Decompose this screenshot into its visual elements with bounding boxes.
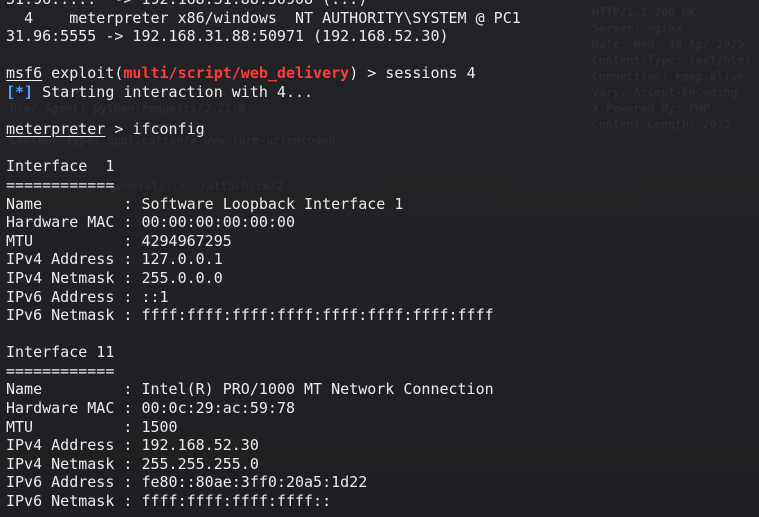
field-value: Software Loopback Interface 1 xyxy=(141,194,404,213)
field-label: Hardware MAC xyxy=(6,213,115,232)
interface-field-row: IPv4 Address: 192.168.52.30 xyxy=(6,436,521,455)
session-info: NT AUTHORITY\SYSTEM @ PC1 xyxy=(295,8,521,27)
field-label: IPv6 Netmask xyxy=(6,306,115,325)
background-text-line: Date: Wed, 30 Apr 2025 xyxy=(592,37,745,51)
interface-field-row: Hardware MAC: 00:0c:29:ac:59:78 xyxy=(6,399,521,418)
interface-field-row: IPv6 Netmask: ffff:ffff:ffff:ffff:ffff:f… xyxy=(6,306,521,325)
field-colon: : xyxy=(123,250,142,269)
background-text-line: Connection: keep-alive xyxy=(592,69,745,83)
session-id: 4 xyxy=(24,8,34,27)
exploit-module-name: multi/script/web_delivery xyxy=(123,64,350,83)
interface-separator: ============ xyxy=(6,361,115,380)
field-label: IPv4 Address xyxy=(6,250,115,269)
msf-prompt-name: msf6 xyxy=(6,64,43,83)
field-label: IPv4 Address xyxy=(6,436,115,455)
msf-exploit-prompt: msf6 exploit(multi/script/web_delivery) … xyxy=(6,64,521,83)
background-text-line: Server: nginx xyxy=(592,21,683,35)
terminal-output[interactable]: 31.96..... -> 192.168.31.88:50908 (...) … xyxy=(6,0,521,511)
field-label: IPv6 Address xyxy=(6,287,115,306)
session-row: 4 meterpreter x86/windows NT AUTHORITY\S… xyxy=(6,9,521,28)
interface-field-row: MTU: 1500 xyxy=(6,418,521,437)
interface-field-row: MTU: 4294967295 xyxy=(6,232,521,251)
field-value: 192.168.52.30 xyxy=(141,436,259,455)
background-http-response: HTTP/1.1 200 OK Server: nginx Date: Wed, 3… xyxy=(592,4,751,132)
interface-field-row: Hardware MAC: 00:00:00:00:00:00 xyxy=(6,213,521,232)
interface-field-row: IPv6 Netmask: ffff:ffff:ffff:ffff:: xyxy=(6,492,521,511)
field-value: fe80::80ae:3ff0:20a5:1d22 xyxy=(141,473,368,492)
field-value: ::1 xyxy=(141,287,169,306)
field-label: MTU xyxy=(6,417,34,436)
interface-field-row: IPv6 Address: ::1 xyxy=(6,288,521,307)
status-line: [*] Starting interaction with 4... xyxy=(6,83,521,102)
field-label: Name xyxy=(6,194,43,213)
field-value: ffff:ffff:ffff:ffff:: xyxy=(141,492,332,511)
prompt-exploit-word: exploit( xyxy=(42,64,124,83)
session-type: meterpreter x86/windows xyxy=(69,8,277,27)
interface-field-row: Name: Software Loopback Interface 1 xyxy=(6,195,521,214)
interface-field-row: IPv6 Address: fe80::80ae:3ff0:20a5:1d22 xyxy=(6,473,521,492)
field-label: Name xyxy=(6,380,43,399)
sessions-command: ) > sessions 4 xyxy=(349,64,476,83)
session-connection-line: 31.96:5555 -> 192.168.31.88:50971 (192.1… xyxy=(6,27,449,46)
interface-field-row: IPv4 Netmask: 255.0.0.0 xyxy=(6,269,521,288)
field-colon: : xyxy=(123,231,142,250)
background-text-line: Content-Length: 2632 xyxy=(592,117,731,131)
field-label: MTU xyxy=(6,231,34,250)
field-label: Hardware MAC xyxy=(6,399,115,418)
field-colon: : xyxy=(123,492,142,511)
status-marker: [*] xyxy=(6,82,34,101)
interface-separator: ============ xyxy=(6,175,115,194)
ifconfig-output: Interface 1 ============ Name: Software Lo… xyxy=(6,157,521,510)
field-colon: : xyxy=(123,436,142,455)
field-label: IPv6 Address xyxy=(6,473,115,492)
interface-field-row: Name: Intel(R) PRO/1000 MT Network Conne… xyxy=(6,380,521,399)
background-text-line: X-Powered-By: PHP xyxy=(592,101,710,115)
field-colon: : xyxy=(123,454,142,473)
field-value: 4294967295 xyxy=(141,231,232,250)
status-text: Starting interaction with 4... xyxy=(33,82,314,101)
interface-field-row: IPv4 Address: 127.0.0.1 xyxy=(6,250,521,269)
background-text-line: HTTP/1.1 200 OK xyxy=(592,5,696,19)
field-value: 00:0c:29:ac:59:78 xyxy=(141,399,295,418)
field-colon: : xyxy=(123,287,142,306)
interface-header: Interface 11 xyxy=(6,343,115,362)
field-colon: : xyxy=(123,194,142,213)
field-colon: : xyxy=(123,399,142,418)
field-label: IPv6 Netmask xyxy=(6,492,115,511)
background-text-line: Vary: Accept-Encoding xyxy=(592,85,738,99)
field-colon: : xyxy=(123,268,142,287)
ifconfig-command: > ifconfig xyxy=(105,120,205,139)
previous-connection-line: 31.96..... -> 192.168.31.88:50908 (...) xyxy=(6,0,521,9)
field-value: 255.0.0.0 xyxy=(141,268,223,287)
field-value: ffff:ffff:ffff:ffff:ffff:ffff:ffff:ffff xyxy=(141,306,494,325)
meterpreter-prompt: meterpreter > ifconfig xyxy=(6,120,521,139)
field-value: 127.0.0.1 xyxy=(141,250,223,269)
field-value: 1500 xyxy=(141,417,178,436)
field-label: IPv4 Netmask xyxy=(6,268,115,287)
field-value: 00:00:00:00:00:00 xyxy=(141,213,295,232)
field-value: 255.255.255.0 xyxy=(141,454,259,473)
field-colon: : xyxy=(123,417,142,436)
terminal-window[interactable]: HTTP/1.1 200 OK Server: nginx Date: Wed, 3… xyxy=(0,0,759,517)
field-value: Intel(R) PRO/1000 MT Network Connection xyxy=(141,380,494,399)
interface-header: Interface 1 xyxy=(6,157,115,176)
field-colon: : xyxy=(123,380,142,399)
background-text-line: Content-Type: text/html xyxy=(592,53,752,67)
field-colon: : xyxy=(123,306,142,325)
meterpreter-prompt-name: meterpreter xyxy=(6,120,106,139)
field-colon: : xyxy=(123,213,142,232)
interface-field-row: IPv4 Netmask: 255.255.255.0 xyxy=(6,455,521,474)
field-colon: : xyxy=(123,473,142,492)
field-label: IPv4 Netmask xyxy=(6,454,115,473)
